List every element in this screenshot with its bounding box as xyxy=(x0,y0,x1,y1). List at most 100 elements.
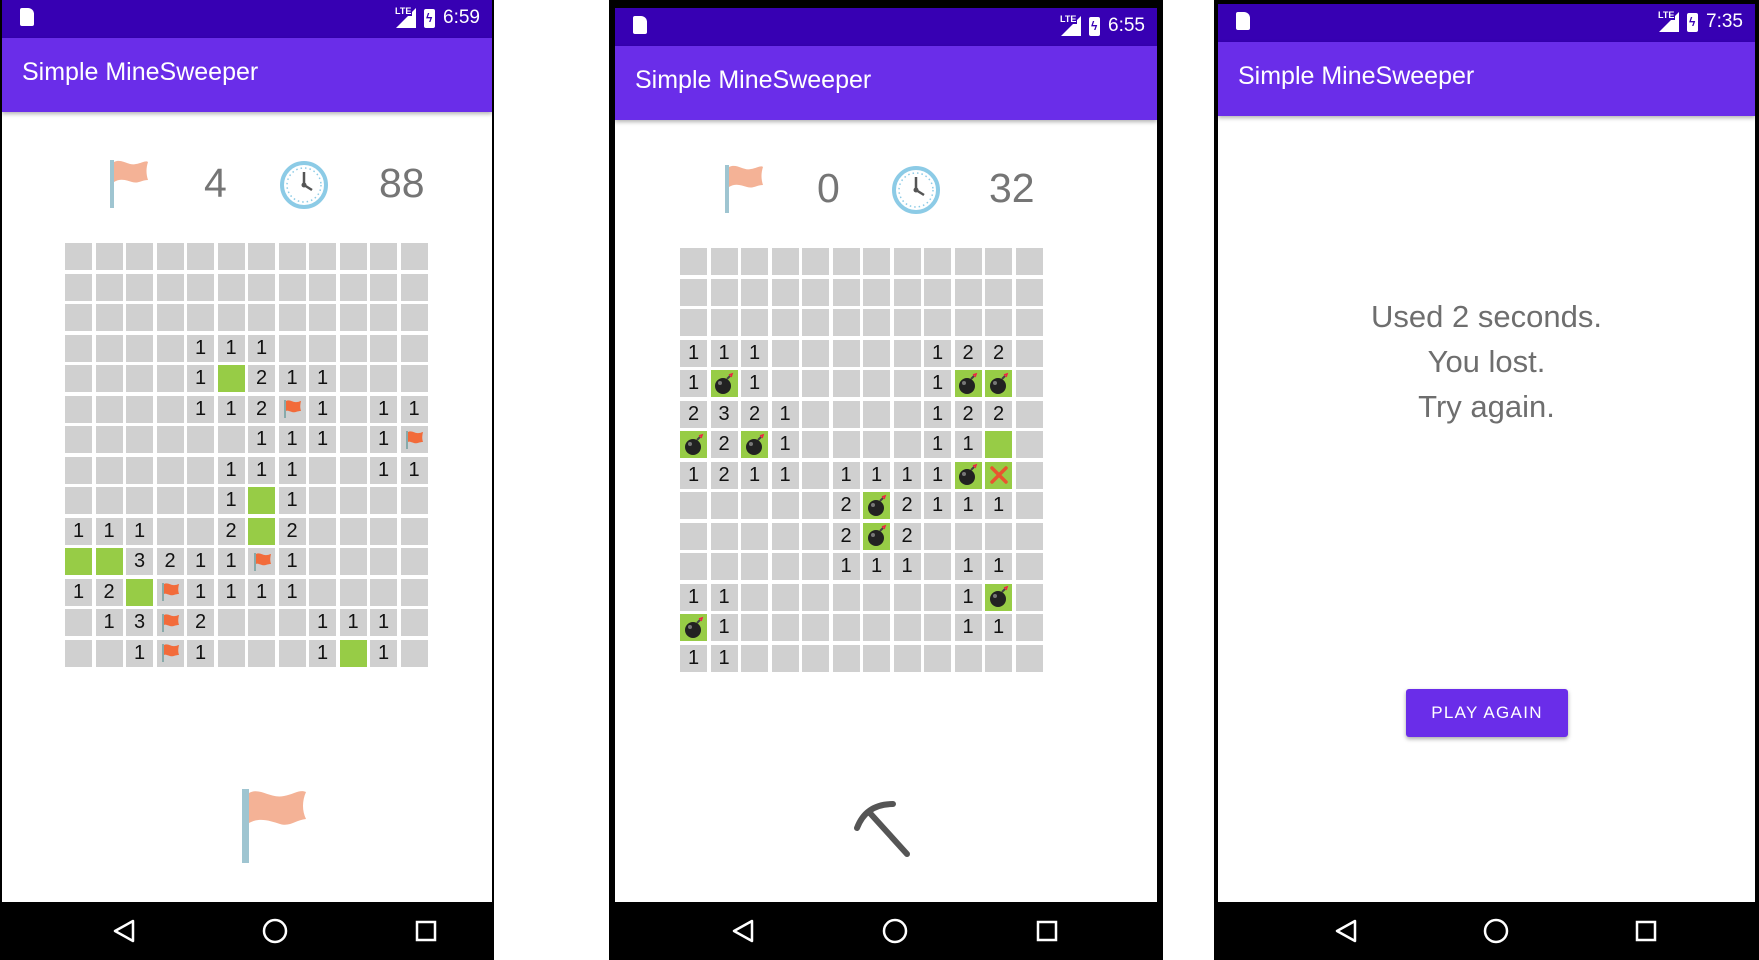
board-cell[interactable] xyxy=(954,370,982,397)
board-cell[interactable] xyxy=(217,609,245,636)
board-cell[interactable] xyxy=(400,334,428,362)
board-cell[interactable] xyxy=(370,304,397,331)
board-cell[interactable] xyxy=(339,334,367,362)
board-cell[interactable]: 1 xyxy=(65,578,92,606)
board-cell[interactable] xyxy=(741,522,768,550)
board-cell[interactable] xyxy=(217,365,245,392)
board-cell[interactable]: 1 xyxy=(126,517,153,545)
board-cell[interactable] xyxy=(863,248,890,275)
board-cell[interactable] xyxy=(126,304,153,331)
board-cell[interactable] xyxy=(156,609,184,636)
board-cell[interactable] xyxy=(741,553,768,580)
board-cell[interactable] xyxy=(65,273,92,301)
board-cell[interactable] xyxy=(217,273,245,301)
board-cell[interactable] xyxy=(893,339,921,367)
board-cell[interactable] xyxy=(126,487,153,514)
board-cell[interactable]: 3 xyxy=(126,548,153,575)
board-cell[interactable] xyxy=(710,309,738,336)
board-cell[interactable]: 3 xyxy=(126,609,153,636)
board-cell[interactable] xyxy=(771,553,799,580)
board-cell[interactable] xyxy=(400,578,428,606)
pickaxe-mode-icon[interactable] xyxy=(851,798,915,860)
board-cell[interactable]: 2 xyxy=(187,609,214,636)
board-cell[interactable] xyxy=(370,487,397,514)
board-cell[interactable]: 1 xyxy=(680,461,707,489)
board-cell[interactable]: 1 xyxy=(370,456,397,484)
board-cell[interactable]: 1 xyxy=(248,578,275,606)
board-cell[interactable] xyxy=(1015,522,1043,550)
board-cell[interactable] xyxy=(400,548,428,575)
board-cell[interactable]: 1 xyxy=(741,370,768,397)
board-cell[interactable] xyxy=(339,243,367,270)
board-cell[interactable]: 1 xyxy=(954,492,982,519)
board-cell[interactable] xyxy=(680,431,707,458)
board-cell[interactable] xyxy=(339,578,367,606)
board-cell[interactable] xyxy=(802,522,829,550)
board-cell[interactable]: 1 xyxy=(217,334,245,362)
board-cell[interactable] xyxy=(126,334,153,362)
nav-back[interactable] xyxy=(713,902,773,960)
board-cell[interactable]: 1 xyxy=(924,431,951,458)
board-cell[interactable]: 1 xyxy=(771,431,799,458)
board-cell[interactable] xyxy=(217,243,245,270)
board-cell[interactable]: 2 xyxy=(95,578,123,606)
nav-recents[interactable] xyxy=(1017,902,1077,960)
board-cell[interactable] xyxy=(248,243,275,270)
board-cell[interactable] xyxy=(339,304,367,331)
board-cell[interactable] xyxy=(771,370,799,397)
board-cell[interactable]: 3 xyxy=(710,400,738,428)
board-cell[interactable]: 2 xyxy=(710,431,738,458)
board-cell[interactable] xyxy=(126,456,153,484)
board-cell[interactable]: 1 xyxy=(832,553,860,580)
board-cell[interactable] xyxy=(985,583,1012,611)
board-cell[interactable] xyxy=(370,334,397,362)
board-cell[interactable]: 1 xyxy=(309,426,336,453)
board-cell[interactable] xyxy=(680,522,707,550)
board-cell[interactable]: 2 xyxy=(985,400,1012,428)
board-cell[interactable]: 1 xyxy=(187,395,214,423)
board-cell[interactable]: 1 xyxy=(954,583,982,611)
board-cell[interactable] xyxy=(924,248,951,275)
board-cell[interactable] xyxy=(680,278,707,306)
board-cell[interactable]: 1 xyxy=(771,400,799,428)
board-cell[interactable] xyxy=(741,644,768,672)
board-cell[interactable] xyxy=(309,487,336,514)
board-cell[interactable]: 1 xyxy=(217,548,245,575)
board-cell[interactable] xyxy=(832,339,860,367)
board-cell[interactable] xyxy=(741,309,768,336)
board-cell[interactable] xyxy=(771,339,799,367)
board-cell[interactable]: 1 xyxy=(771,461,799,489)
board-cell[interactable] xyxy=(924,583,951,611)
board-cell[interactable] xyxy=(802,583,829,611)
board-cell[interactable] xyxy=(278,334,306,362)
board-cell[interactable]: 1 xyxy=(985,553,1012,580)
board-cell[interactable] xyxy=(187,243,214,270)
board-cell[interactable] xyxy=(156,517,184,545)
board-cell[interactable] xyxy=(771,278,799,306)
board-cell[interactable] xyxy=(156,365,184,392)
board-cell[interactable] xyxy=(832,248,860,275)
board-cell[interactable] xyxy=(680,553,707,580)
board-cell[interactable] xyxy=(893,583,921,611)
board-cell[interactable] xyxy=(893,309,921,336)
board-cell[interactable]: 1 xyxy=(985,614,1012,641)
board-cell[interactable] xyxy=(339,273,367,301)
board-cell[interactable] xyxy=(156,487,184,514)
board-cell[interactable] xyxy=(710,248,738,275)
board-cell[interactable]: 2 xyxy=(954,400,982,428)
board-cell[interactable]: 1 xyxy=(309,365,336,392)
board-cell[interactable] xyxy=(893,400,921,428)
board-cell[interactable] xyxy=(893,248,921,275)
nav-home[interactable] xyxy=(245,902,305,960)
board-cell[interactable] xyxy=(156,578,184,606)
board-cell[interactable] xyxy=(95,639,123,667)
board-cell[interactable] xyxy=(802,309,829,336)
board-cell[interactable] xyxy=(217,304,245,331)
board-cell[interactable]: 1 xyxy=(248,456,275,484)
board-cell[interactable] xyxy=(832,400,860,428)
board-cell[interactable] xyxy=(741,614,768,641)
board-cell[interactable] xyxy=(1015,370,1043,397)
board-cell[interactable]: 2 xyxy=(832,492,860,519)
board-cell[interactable] xyxy=(802,278,829,306)
board-cell[interactable] xyxy=(156,426,184,453)
